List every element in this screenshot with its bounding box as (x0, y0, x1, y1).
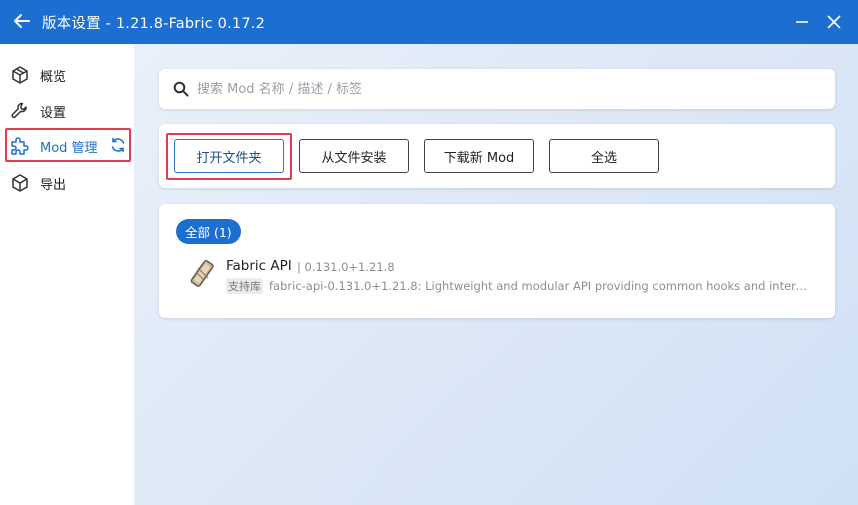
mod-description: fabric-api-0.131.0+1.21.8: Lightweight a… (269, 279, 809, 293)
sidebar-item-label: 概览 (40, 70, 67, 85)
mod-list: 全部 (1) Fabric API | 0.131.0+1.21.8 支持库 f… (159, 204, 835, 318)
sidebar: 概览 设置 Mod 管理 导出 (0, 44, 134, 505)
title-bar: 版本设置 - 1.21.8-Fabric 0.17.2 (0, 0, 858, 44)
sidebar-item-export[interactable]: 导出 (0, 165, 134, 199)
cube-outline-icon (9, 64, 31, 86)
package-icon (9, 172, 31, 194)
back-arrow-icon[interactable] (11, 10, 33, 32)
sidebar-item-overview[interactable]: 概览 (0, 57, 134, 91)
search-input[interactable] (197, 77, 817, 101)
search-icon (172, 80, 190, 98)
sidebar-item-mod-management[interactable]: Mod 管理 (5, 128, 131, 162)
window-title: 版本设置 - 1.21.8-Fabric 0.17.2 (42, 16, 265, 32)
action-bar: 打开文件夹 从文件安装 下载新 Mod 全选 (159, 124, 835, 188)
sidebar-item-settings[interactable]: 设置 (0, 93, 134, 127)
sidebar-item-label: 设置 (40, 106, 67, 121)
open-folder-button[interactable]: 打开文件夹 (174, 139, 284, 173)
search-bar (159, 69, 835, 109)
scroll-icon (187, 258, 219, 290)
select-all-button[interactable]: 全选 (549, 139, 659, 173)
list-item[interactable]: Fabric API | 0.131.0+1.21.8 支持库 fabric-a… (159, 252, 835, 298)
close-icon[interactable] (824, 12, 844, 32)
wrench-icon (9, 100, 31, 122)
main-content: 打开文件夹 从文件安装 下载新 Mod 全选 全部 (1) Fabric API… (134, 44, 858, 505)
install-from-file-button[interactable]: 从文件安装 (299, 139, 409, 173)
sidebar-item-label: 导出 (40, 178, 67, 193)
minimize-icon[interactable] (792, 12, 812, 32)
filter-chip-all[interactable]: 全部 (1) (176, 219, 241, 244)
download-new-mod-button[interactable]: 下载新 Mod (424, 139, 534, 173)
mod-tag: 支持库 (226, 278, 263, 294)
puzzle-icon (9, 135, 31, 157)
mod-name: Fabric API (226, 258, 292, 274)
refresh-icon[interactable] (109, 136, 127, 154)
mod-version: | 0.131.0+1.21.8 (297, 260, 395, 274)
sidebar-item-label: Mod 管理 (40, 141, 98, 156)
